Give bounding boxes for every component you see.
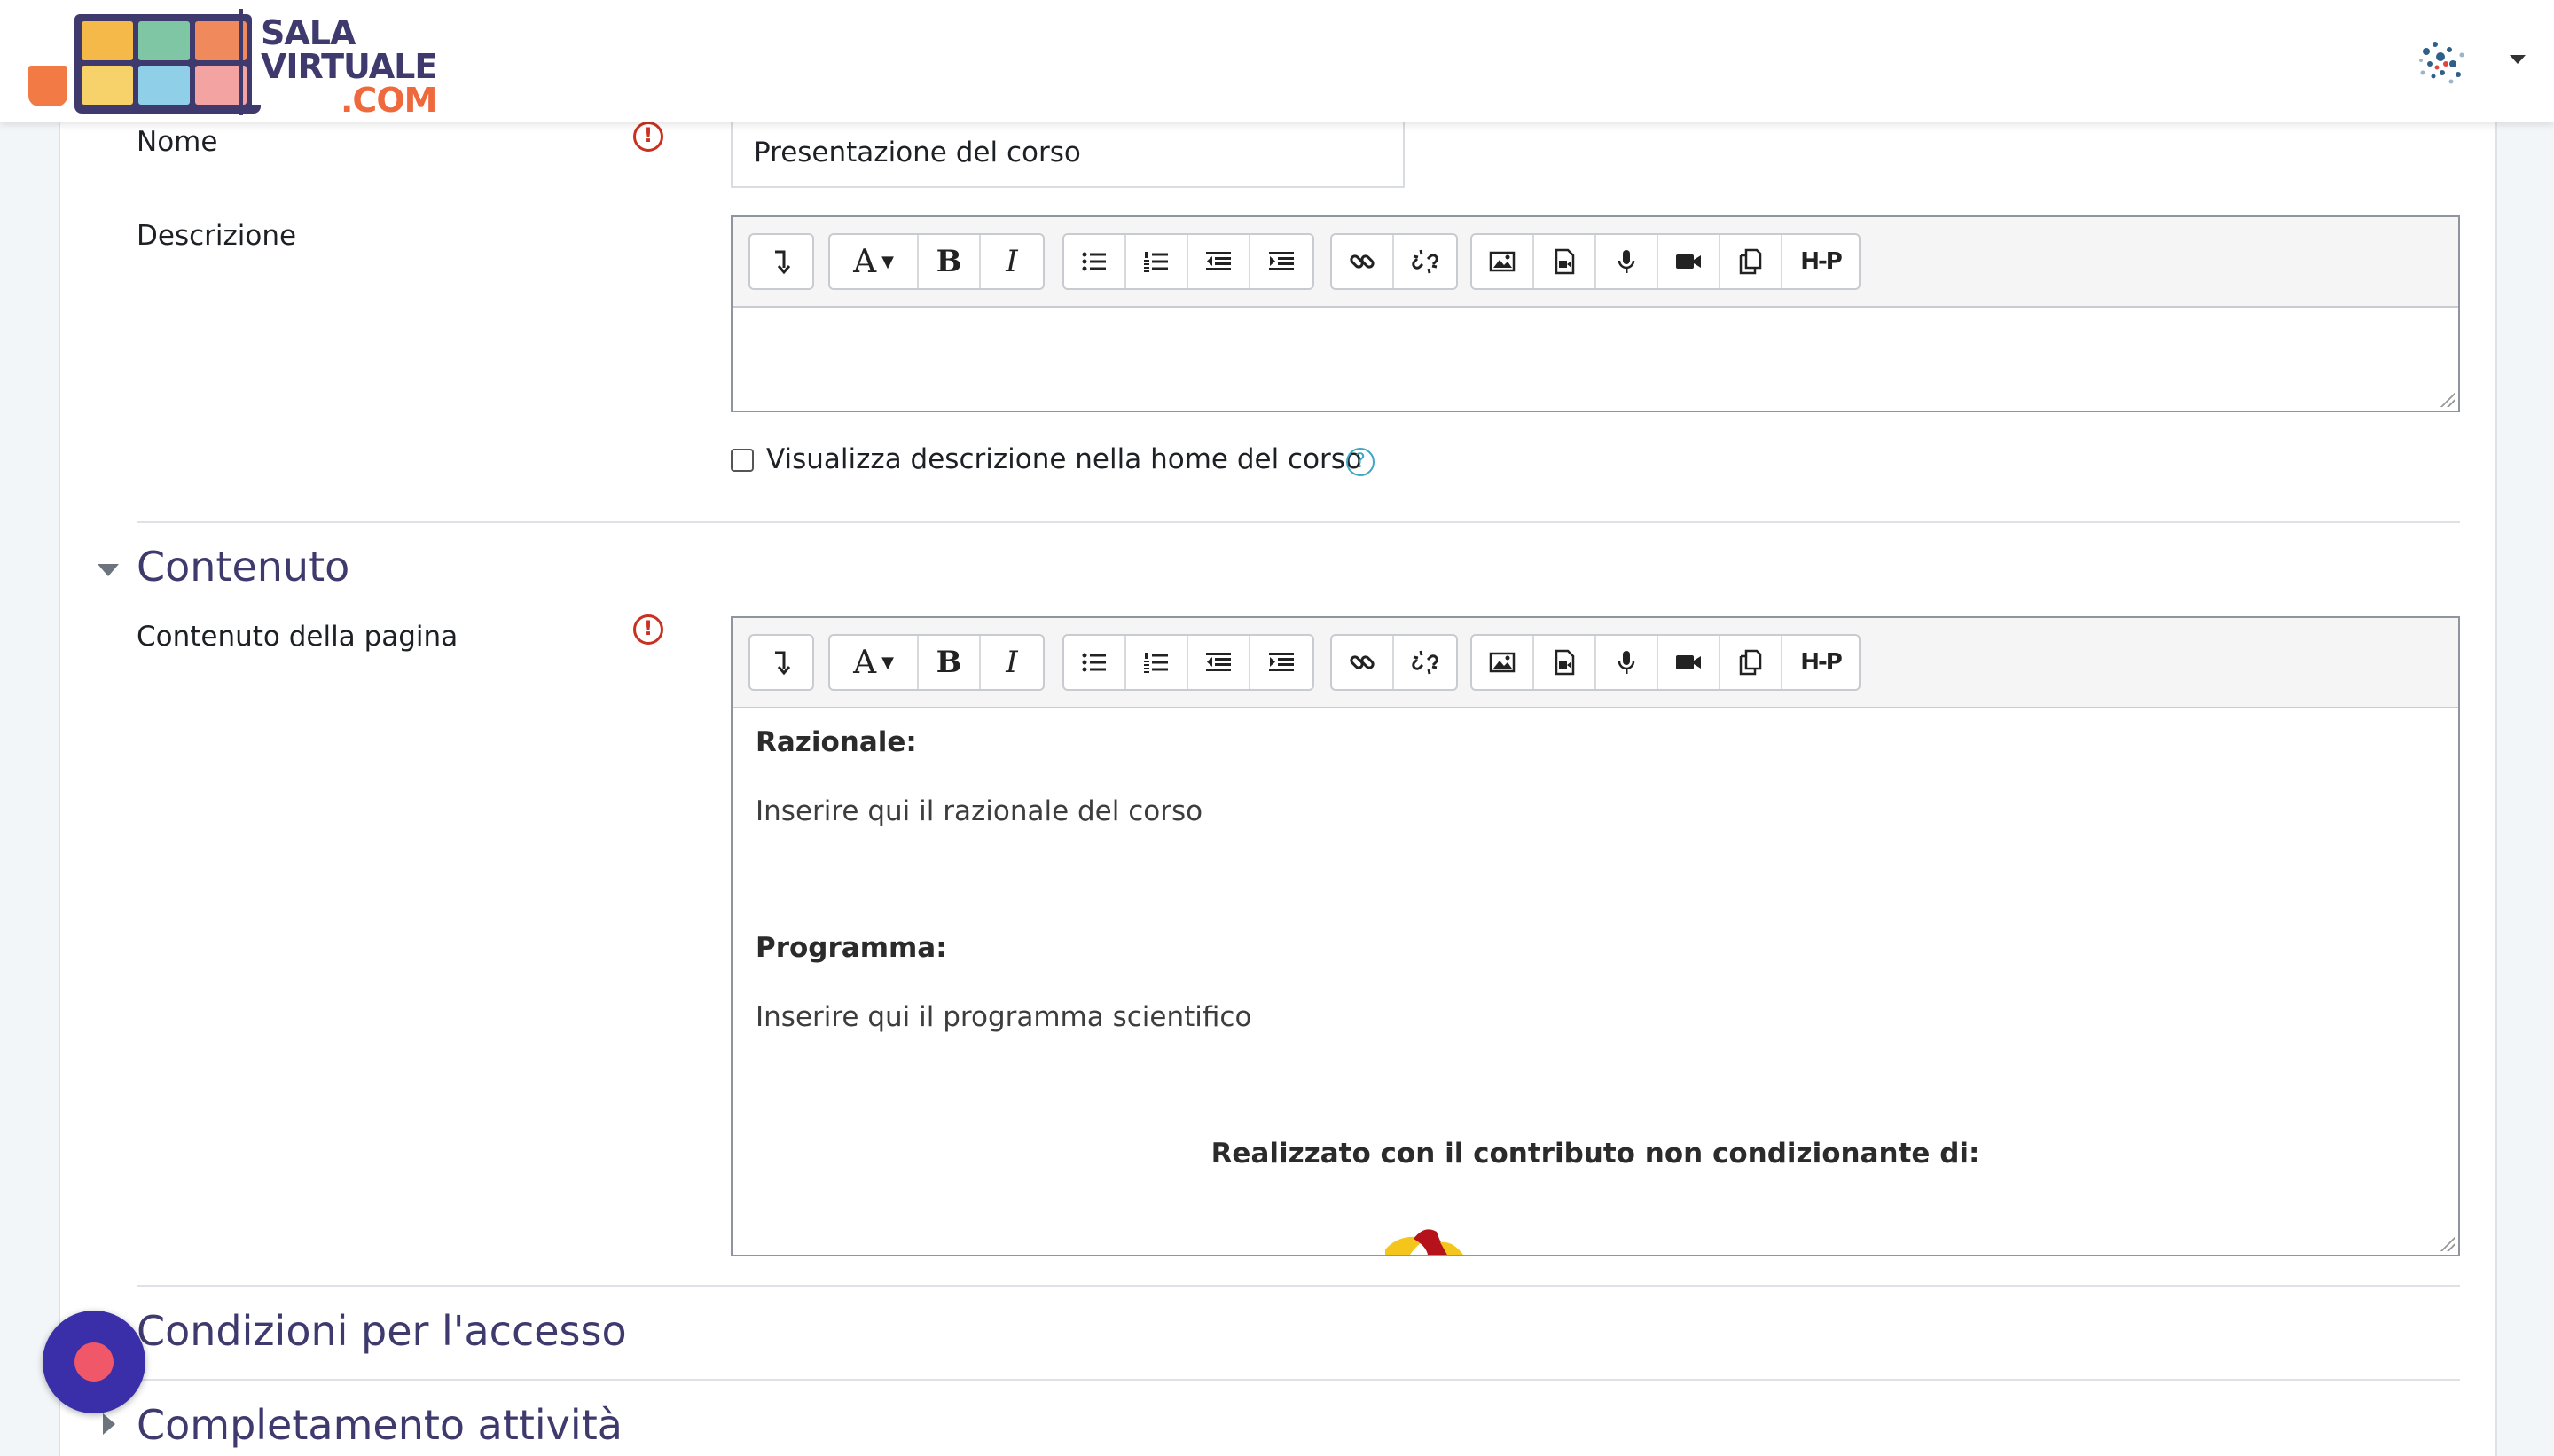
logo-line1: SALA (261, 13, 356, 52)
font-color-icon[interactable]: A ▼ (830, 235, 919, 288)
editor-toolbar: A ▼ B I H-P (733, 217, 2458, 308)
toolbar-group-media: H-P (1470, 634, 1861, 691)
resize-handle-icon[interactable] (2439, 1235, 2455, 1251)
collapse-icon[interactable] (750, 235, 812, 288)
outdent-icon[interactable] (1188, 235, 1250, 288)
logo-monitor-icon (74, 14, 252, 110)
descrizione-text-area[interactable] (733, 308, 2458, 411)
toolbar-group-style: A ▼ B I (828, 634, 1045, 691)
dropdown-caret-icon: ▼ (881, 653, 894, 672)
italic-icon[interactable]: I (981, 235, 1043, 288)
logo-text: SALA VIRTUALE .COM (261, 13, 437, 120)
ordered-list-icon[interactable] (1126, 636, 1188, 689)
toolbar-group-links (1330, 233, 1458, 290)
required-icon: ! (633, 121, 663, 152)
toolbar-group-style: A ▼ B I (828, 233, 1045, 290)
section-divider (137, 521, 2460, 523)
collapse-caret-icon[interactable] (98, 564, 119, 576)
editor-toolbar: A ▼ B I H-P (733, 618, 2458, 708)
toolbar-group-links (1330, 634, 1458, 691)
toolbar-group-collapse (748, 634, 814, 691)
required-icon: ! (633, 614, 663, 645)
section-completamento-title[interactable]: Completamento attività (137, 1401, 623, 1449)
logo-cup-icon (28, 66, 67, 106)
unordered-list-icon[interactable] (1064, 235, 1126, 288)
unlink-icon[interactable] (1394, 235, 1456, 288)
media-icon[interactable] (1534, 636, 1596, 689)
link-icon[interactable] (1332, 636, 1394, 689)
unlink-icon[interactable] (1394, 636, 1456, 689)
user-menu-caret-icon[interactable] (2510, 55, 2526, 64)
h5p-glyph: H-P (1800, 248, 1843, 275)
contenuto-pagina-label: Contenuto della pagina (137, 621, 458, 653)
logo-line3: .COM (341, 81, 437, 120)
dropdown-caret-icon: ▼ (881, 252, 894, 271)
help-icon[interactable]: ? (1346, 448, 1375, 476)
outdent-icon[interactable] (1188, 636, 1250, 689)
toolbar-group-collapse (748, 233, 814, 290)
link-icon[interactable] (1332, 235, 1394, 288)
italic-glyph: I (1006, 244, 1018, 279)
unordered-list-icon[interactable] (1064, 636, 1126, 689)
h5p-glyph: H-P (1800, 649, 1843, 676)
user-avatar-icon[interactable] (2414, 34, 2471, 90)
section-condizioni-title[interactable]: Condizioni per l'accesso (137, 1307, 627, 1355)
bold-icon[interactable]: B (919, 636, 981, 689)
programma-text: Inserire qui il programma scientifico (756, 1001, 1252, 1033)
font-color-icon[interactable]: A ▼ (830, 636, 919, 689)
descrizione-label: Descrizione (137, 220, 297, 252)
nome-label: Nome (137, 126, 218, 158)
image-icon[interactable] (1472, 636, 1534, 689)
section-divider (137, 1379, 2460, 1381)
resize-handle-icon[interactable] (2439, 391, 2455, 407)
contenuto-editor: A ▼ B I H-P Razionale: Inserire qui il r… (731, 616, 2460, 1256)
record-video-icon[interactable] (1658, 636, 1720, 689)
programma-heading: Programma: (756, 932, 947, 964)
logo-laptop-base (74, 105, 261, 114)
bold-glyph: B (936, 645, 962, 680)
logo-divider (239, 9, 243, 115)
h5p-icon[interactable]: H-P (1782, 235, 1859, 288)
top-navbar: SALA VIRTUALE .COM (0, 0, 2554, 122)
record-dot-icon (74, 1342, 114, 1382)
bold-glyph: B (936, 244, 962, 279)
indent-icon[interactable] (1250, 235, 1312, 288)
sponsor-text: Realizzato con il contributo non condizi… (1210, 1138, 1980, 1170)
font-glyph: A (853, 644, 877, 681)
image-icon[interactable] (1472, 235, 1534, 288)
bold-icon[interactable]: B (919, 235, 981, 288)
collapse-icon[interactable] (750, 636, 812, 689)
site-logo[interactable]: SALA VIRTUALE .COM (28, 7, 445, 117)
descrizione-editor: A ▼ B I H-P (731, 215, 2460, 412)
section-divider (137, 1285, 2460, 1287)
logo-line2: VIRTUALE (261, 47, 437, 86)
toolbar-group-lists (1062, 233, 1314, 290)
record-video-icon[interactable] (1658, 235, 1720, 288)
h5p-icon[interactable]: H-P (1782, 636, 1859, 689)
section-contenuto-title[interactable]: Contenuto (137, 543, 349, 591)
media-icon[interactable] (1534, 235, 1596, 288)
indent-icon[interactable] (1250, 636, 1312, 689)
toolbar-group-lists (1062, 634, 1314, 691)
razionale-heading: Razionale: (756, 726, 917, 758)
font-glyph: A (853, 243, 877, 280)
floating-record-button[interactable] (43, 1311, 145, 1413)
nome-input[interactable]: Presentazione del corso (731, 122, 1405, 188)
show-description-label: Visualizza descrizione nella home del co… (766, 443, 1362, 475)
expand-caret-icon[interactable] (103, 1413, 115, 1435)
razionale-text: Inserire qui il razionale del corso (756, 795, 1203, 827)
manage-files-icon[interactable] (1720, 235, 1782, 288)
italic-glyph: I (1006, 645, 1018, 680)
manage-files-icon[interactable] (1720, 636, 1782, 689)
italic-icon[interactable]: I (981, 636, 1043, 689)
sponsor-logo-image (1385, 1229, 1463, 1255)
show-description-checkbox[interactable] (731, 449, 754, 472)
toolbar-group-media: H-P (1470, 233, 1861, 290)
record-audio-icon[interactable] (1596, 636, 1658, 689)
ordered-list-icon[interactable] (1126, 235, 1188, 288)
contenuto-text-area[interactable]: Razionale: Inserire qui il razionale del… (733, 708, 2458, 1255)
record-audio-icon[interactable] (1596, 235, 1658, 288)
